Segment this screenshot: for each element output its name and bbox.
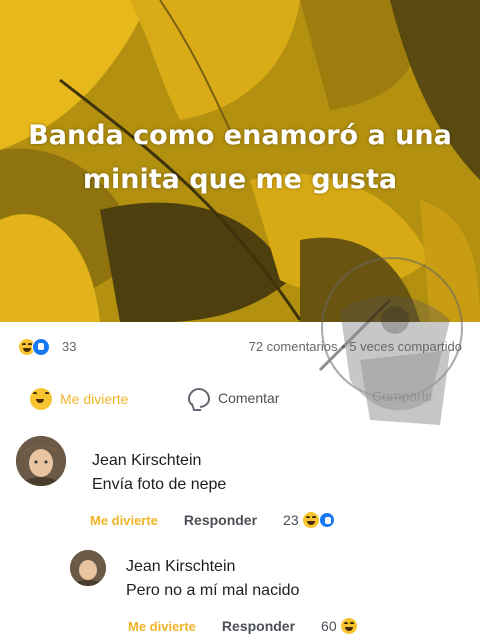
- comment-reply-button[interactable]: Responder: [184, 512, 257, 528]
- comments-shares-count[interactable]: 72 comentarios • 5 veces compartido: [249, 339, 462, 354]
- comment-button[interactable]: Comentar: [188, 388, 279, 408]
- react-label: Me divierte: [60, 391, 129, 407]
- comment-meta-row: Me divierte Responder 60: [128, 618, 357, 634]
- comment-reaction-count[interactable]: 60: [321, 618, 357, 634]
- post-stats-row: 33 72 comentarios • 5 veces compartido: [0, 330, 480, 364]
- reaction-summary[interactable]: [18, 338, 50, 356]
- like-icon: [32, 338, 50, 356]
- react-button[interactable]: Me divierte: [30, 388, 128, 410]
- like-icon: [318, 512, 335, 528]
- post-actions-row: Me divierte Comentar Compartir: [0, 384, 480, 420]
- avatar[interactable]: [16, 436, 66, 486]
- share-label: Compartir: [372, 388, 434, 404]
- comment-bubble-icon: [188, 388, 210, 408]
- comment-text: Pero no a mí mal nacido: [126, 582, 300, 599]
- post-caption: Banda como enamoró a una minita que me g…: [28, 120, 452, 195]
- comment-author[interactable]: Jean Kirschtein: [92, 452, 201, 470]
- avatar[interactable]: [70, 550, 106, 586]
- comment-label: Comentar: [218, 390, 280, 406]
- haha-icon: [30, 388, 52, 410]
- haha-icon: [340, 618, 357, 634]
- comment-react-button[interactable]: Me divierte: [90, 513, 158, 528]
- comment-meta-row: Me divierte Responder 23: [90, 512, 335, 528]
- comment-author[interactable]: Jean Kirschtein: [126, 558, 235, 576]
- comment-text: Envía foto de nepe: [92, 476, 227, 493]
- comment-react-button[interactable]: Me divierte: [128, 619, 196, 634]
- haha-icon: [302, 512, 319, 528]
- comment-reply-button[interactable]: Responder: [222, 618, 295, 634]
- reaction-count[interactable]: 33: [62, 339, 76, 354]
- comment-reaction-count[interactable]: 23: [283, 512, 335, 528]
- share-button[interactable]: Compartir: [372, 388, 433, 404]
